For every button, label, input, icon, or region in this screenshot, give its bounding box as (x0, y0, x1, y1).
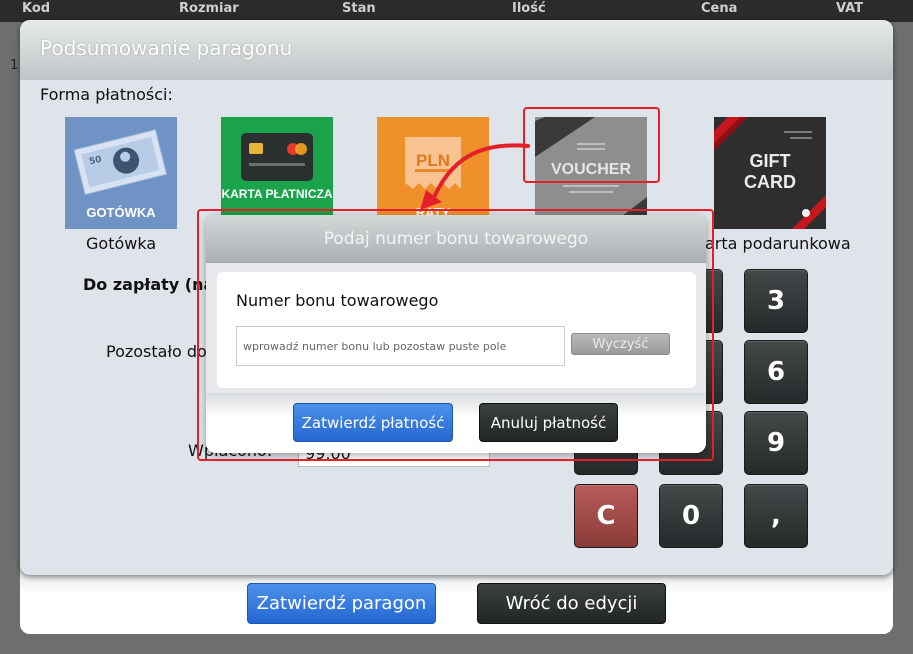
payment-gift-card-label: arta podarunkowa (705, 234, 851, 253)
keypad-key-3[interactable]: 3 (744, 269, 808, 333)
column-kod: Kod (22, 1, 51, 16)
red-arrow-icon (420, 143, 530, 210)
remaining-label: Pozostało do (106, 342, 207, 361)
column-ilosc: Ilość (512, 1, 546, 16)
cash-tile-text: GOTÓWKA (86, 205, 156, 220)
column-cena: Cena (701, 1, 738, 16)
confirm-receipt-button[interactable]: Zatwierdź paragon (247, 583, 436, 624)
summary-title: Podsumowanie paragonu (40, 36, 293, 60)
summary-title-bar: Podsumowanie paragonu (20, 20, 893, 80)
keypad-key-comma[interactable]: , (744, 484, 808, 548)
to-pay-label: Do zapłaty (na (83, 275, 215, 294)
keypad-key-0[interactable]: 0 (659, 484, 723, 548)
column-vat: VAT (836, 1, 864, 16)
highlight-spacer (523, 107, 660, 212)
gift-card-tile-text: GIFT CARD (744, 151, 796, 192)
keypad-key-6[interactable]: 6 (744, 340, 808, 404)
payment-gift-card-tile[interactable]: GIFT CARD (714, 117, 826, 229)
voucher-dialog-highlight (197, 209, 714, 461)
payment-cash-tile[interactable]: 50 GOTÓWKA (65, 117, 177, 229)
column-rozmiar: Rozmiar (179, 1, 239, 16)
payment-method-label: Forma płatności: (40, 85, 173, 104)
background-row-fragment: 1 (10, 58, 19, 73)
payment-cash-label: Gotówka (86, 234, 157, 253)
background-table-header: Kod Rozmiar Stan Ilość Cena VAT (0, 0, 913, 22)
card-tile-text: KARTA PŁATNICZA (221, 187, 333, 201)
back-to-edit-button[interactable]: Wróć do edycji (477, 583, 666, 624)
column-stan: Stan (342, 1, 376, 16)
keypad-key-clear[interactable]: C (574, 484, 638, 548)
keypad-key-9[interactable]: 9 (744, 411, 808, 475)
